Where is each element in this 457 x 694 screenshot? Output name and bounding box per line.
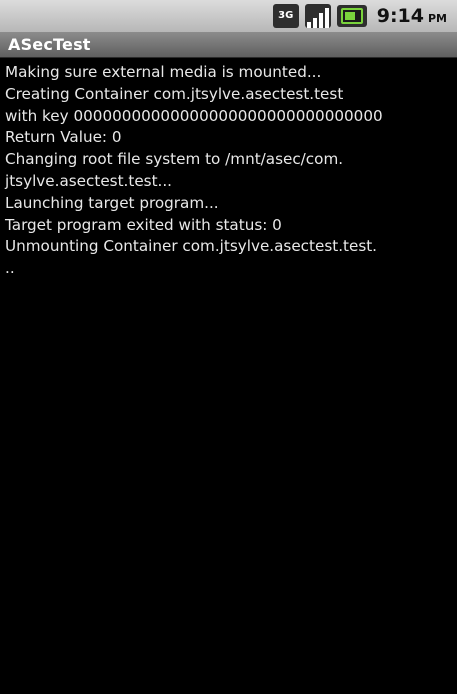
network-type-label: 3G [278, 10, 294, 21]
clock-ampm: PM [427, 12, 447, 25]
log-line: with key 0000000000000000000000000000000… [5, 106, 383, 125]
log-line: Launching target program... [5, 193, 219, 212]
log-line: Creating Container com.jtsylve.asectest.… [5, 84, 344, 103]
log-line: Target program exited with status: 0 [5, 215, 282, 234]
app-title-bar: ASecTest [0, 32, 457, 58]
status-icons: 3G [272, 4, 367, 28]
log-line: Changing root file system to /mnt/asec/c… [5, 150, 344, 169]
log-line: jtsylve.asectest.test... [5, 171, 173, 190]
status-bar: 3G 9:14 PM [0, 0, 457, 32]
log-line: Making sure external media is mounted... [5, 63, 322, 81]
app-title: ASecTest [8, 35, 91, 54]
battery-icon [336, 5, 367, 27]
clock: 9:14 PM [377, 5, 447, 27]
log-line: Unmounting Container com.jtsylve.asectes… [5, 237, 378, 256]
log-output: Making sure external media is mounted...… [5, 62, 452, 280]
signal-strength-icon [304, 4, 331, 28]
log-line: Return Value: 0 [5, 128, 122, 147]
network-3g-icon: 3G [272, 4, 299, 28]
log-line: .. [5, 259, 15, 278]
clock-time: 9:14 [376, 5, 424, 27]
